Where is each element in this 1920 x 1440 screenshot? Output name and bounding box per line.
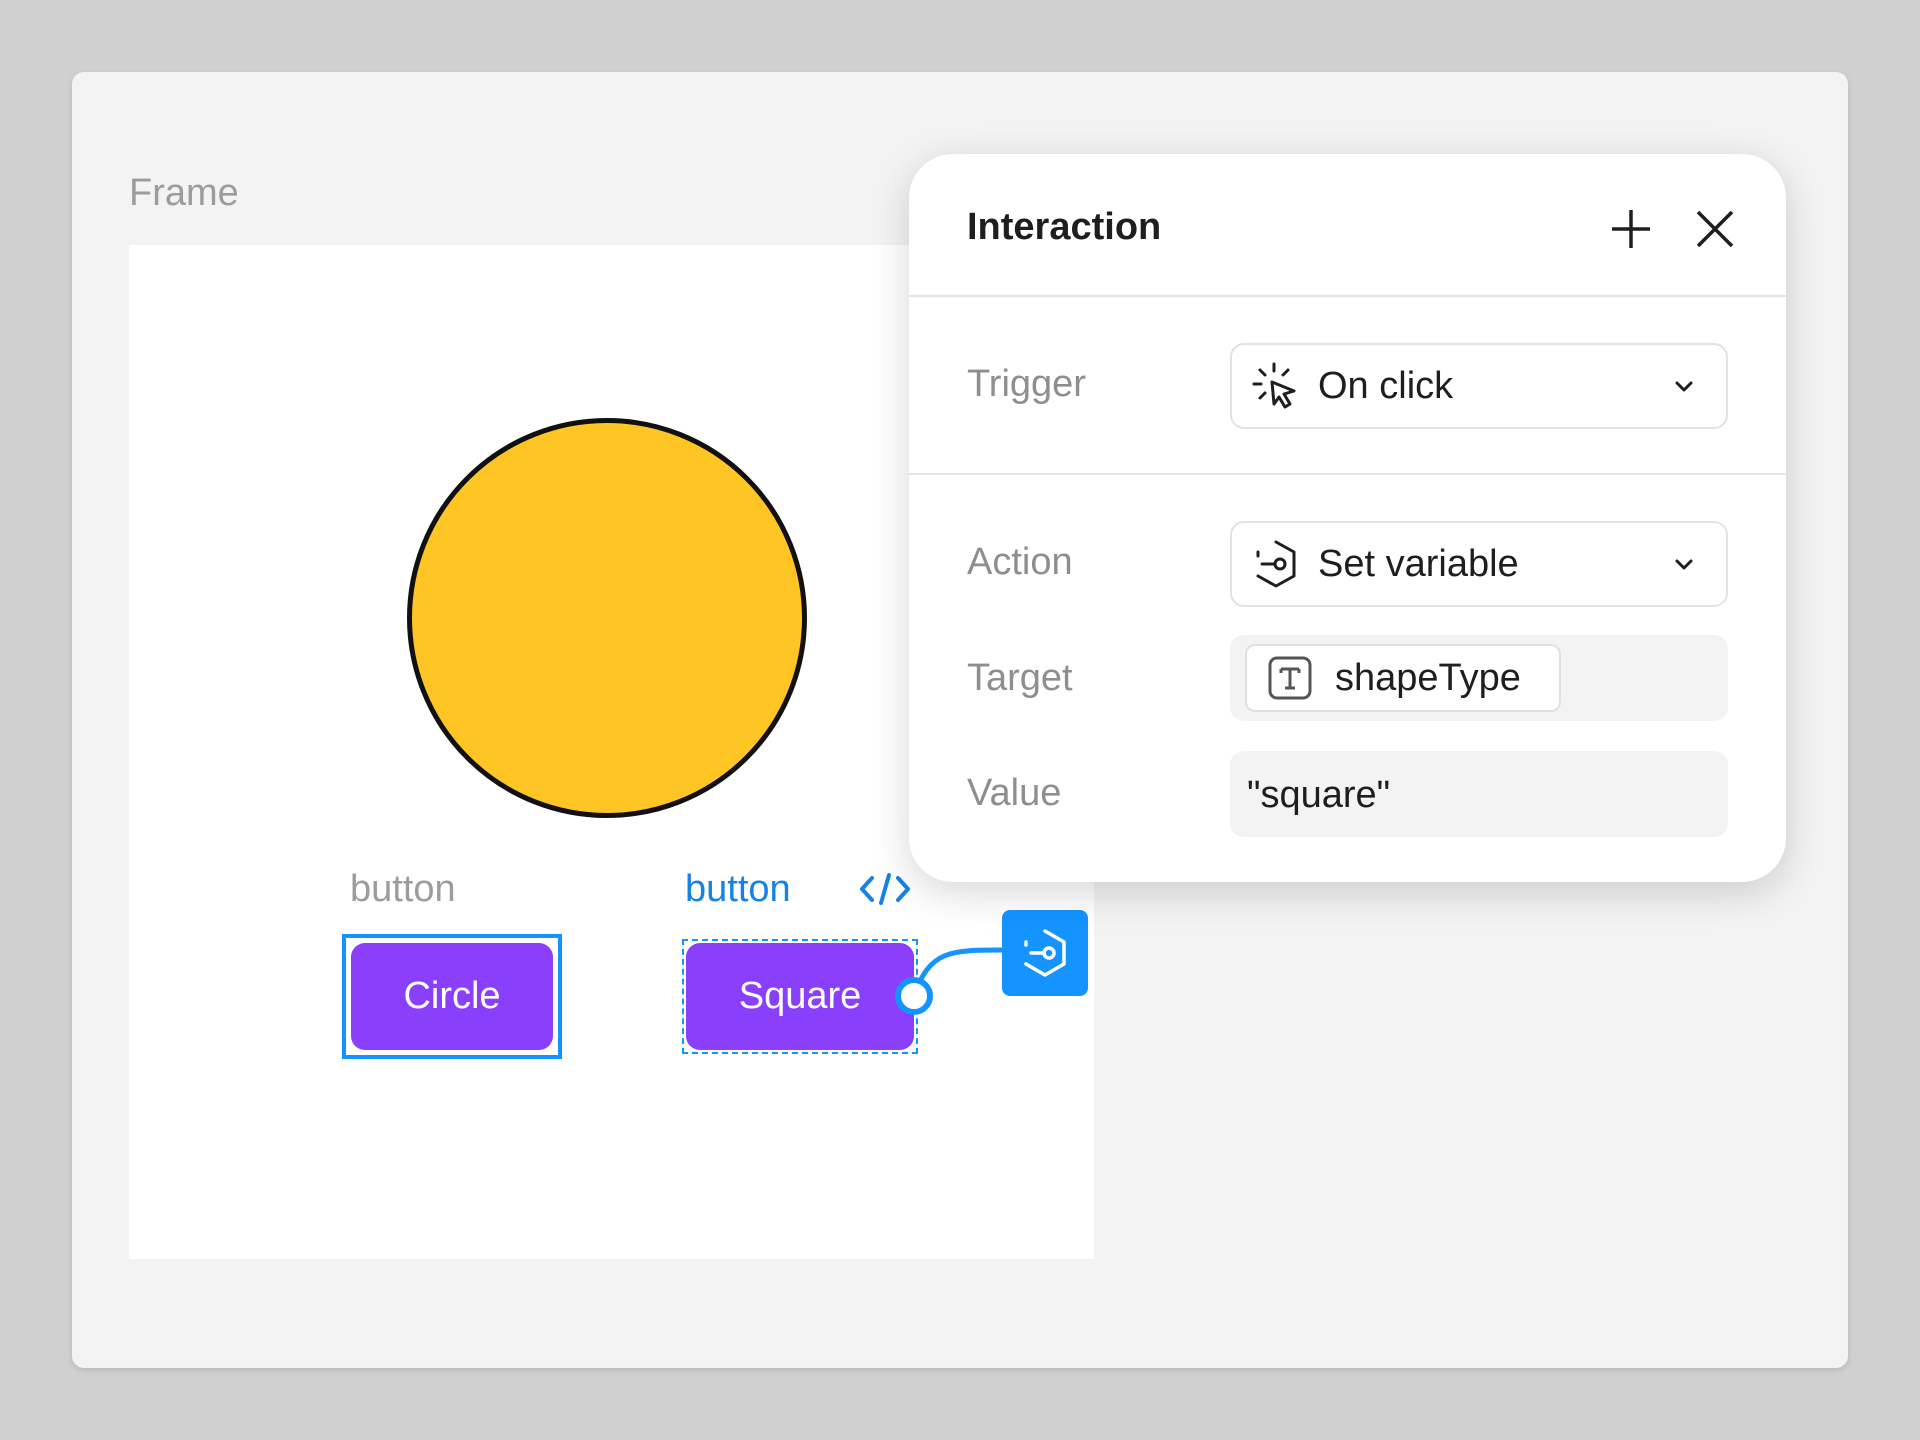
component-label-circle-button[interactable]: button xyxy=(350,868,456,911)
selection-handle[interactable] xyxy=(550,940,556,946)
close-icon[interactable] xyxy=(1690,204,1740,254)
selection-handle[interactable] xyxy=(348,1047,354,1053)
text-variable-icon xyxy=(1268,656,1312,700)
chevron-down-icon xyxy=(1675,559,1693,570)
action-value: Set variable xyxy=(1318,542,1519,585)
plus-icon[interactable] xyxy=(1606,204,1656,254)
click-cursor-icon xyxy=(1252,362,1296,409)
frame-label[interactable]: Frame xyxy=(129,172,239,215)
divider xyxy=(909,473,1786,475)
trigger-value: On click xyxy=(1318,364,1454,407)
yellow-circle-shape[interactable] xyxy=(407,418,807,818)
chevron-down-icon xyxy=(1675,381,1693,392)
interaction-node[interactable] xyxy=(1002,910,1088,996)
target-variable-chip[interactable]: shapeType xyxy=(1245,644,1561,712)
selection-handle[interactable] xyxy=(550,1047,556,1053)
set-variable-icon xyxy=(1256,540,1296,588)
trigger-label: Trigger xyxy=(967,363,1086,405)
action-select[interactable]: Set variable xyxy=(1230,521,1728,607)
set-variable-icon xyxy=(1024,929,1066,977)
hover-outline xyxy=(682,939,918,1054)
value-label: Value xyxy=(967,772,1062,814)
component-label-square-button[interactable]: button xyxy=(685,868,791,911)
trigger-select[interactable]: On click xyxy=(1230,343,1728,429)
value-text[interactable]: "square" xyxy=(1247,774,1390,817)
target-label: Target xyxy=(967,657,1073,699)
panel-title: Interaction xyxy=(967,206,1162,248)
code-icon[interactable] xyxy=(858,870,912,908)
interaction-panel: Interaction Trigger On click Action Set … xyxy=(909,154,1786,882)
circle-button[interactable]: Circle xyxy=(351,943,553,1050)
divider xyxy=(909,295,1786,297)
target-variable-name: shapeType xyxy=(1335,656,1521,699)
selection-handle[interactable] xyxy=(348,940,354,946)
action-label: Action xyxy=(967,541,1073,583)
